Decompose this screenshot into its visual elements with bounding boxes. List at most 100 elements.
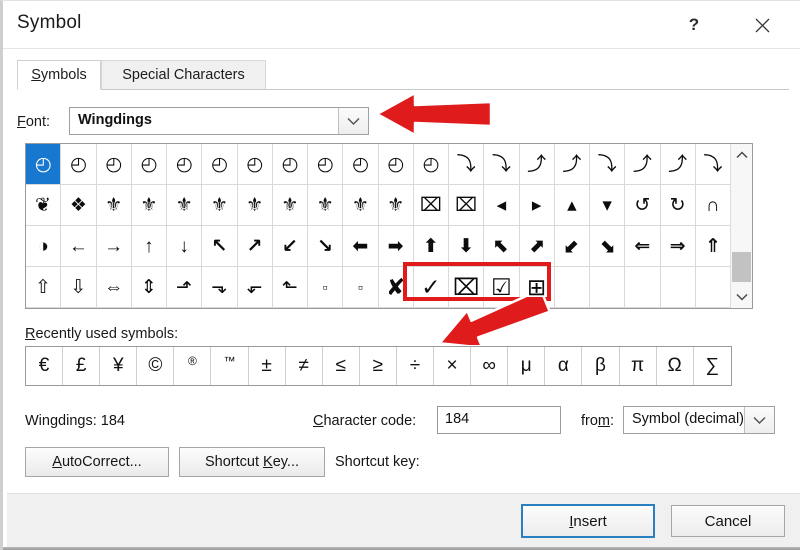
symbol-cell[interactable]: ➡	[378, 226, 414, 267]
symbol-cell[interactable]: ⚜	[167, 185, 203, 226]
symbol-cell[interactable]: ⤴	[625, 144, 661, 185]
symbol-cell[interactable]: ◂	[484, 185, 520, 226]
symbol-cell[interactable]: ←	[61, 226, 97, 267]
symbol-cell[interactable]: ◴	[378, 144, 414, 185]
tab-symbols[interactable]: Symbols	[17, 60, 101, 90]
symbol-cell[interactable]: ⬎	[202, 267, 238, 308]
chevron-down-icon[interactable]	[744, 407, 774, 433]
symbol-cell[interactable]: ⤵	[695, 144, 731, 185]
recent-symbol-cell[interactable]: α	[545, 347, 583, 385]
symbol-cell[interactable]: ◴	[167, 144, 203, 185]
insert-button[interactable]: Insert	[521, 504, 655, 538]
symbol-cell[interactable]: ⇐	[625, 226, 661, 267]
symbol-cell[interactable]: ◑	[26, 226, 62, 267]
recent-symbol-cell[interactable]: ®	[174, 347, 212, 385]
symbol-cell[interactable]	[554, 267, 590, 308]
symbol-cell[interactable]: ⬋	[554, 226, 590, 267]
symbol-cell[interactable]: ⤴	[554, 144, 590, 185]
help-icon[interactable]: ?	[671, 9, 717, 41]
symbol-cell[interactable]: ⬇	[449, 226, 485, 267]
shortcut-key-button[interactable]: Shortcut Key...	[179, 447, 325, 477]
recent-symbol-cell[interactable]: ¥	[100, 347, 138, 385]
symbol-cell[interactable]: ↘	[308, 226, 344, 267]
symbol-cell[interactable]: ⇕	[131, 267, 167, 308]
symbol-cell[interactable]: ↖	[202, 226, 238, 267]
symbol-cell[interactable]: ⤵	[449, 144, 485, 185]
recently-used-symbols[interactable]: € £ ¥ © ® ™ ± ≠ ≤ ≥ ÷ × ∞ μ α β π Ω ∑	[25, 346, 732, 386]
recent-symbol-cell[interactable]: π	[620, 347, 657, 385]
symbol-cell[interactable]: ⇒	[660, 226, 696, 267]
symbol-cell[interactable]: ⤵	[590, 144, 626, 185]
font-dropdown[interactable]: Wingdings	[69, 107, 369, 135]
symbol-cell[interactable]	[590, 267, 626, 308]
symbol-cell[interactable]: ⤴	[660, 144, 696, 185]
symbol-cell[interactable]: ⇩	[61, 267, 97, 308]
symbol-cell[interactable]: ◴	[308, 144, 344, 185]
symbol-cell[interactable]: ◴	[237, 144, 273, 185]
symbol-cell[interactable]: ⇔	[96, 267, 132, 308]
symbol-cell[interactable]: ⤵	[484, 144, 520, 185]
symbol-cell[interactable]: ⌧	[449, 267, 485, 308]
symbol-cell[interactable]: ↙	[272, 226, 308, 267]
recent-symbol-cell[interactable]: ±	[249, 347, 286, 385]
chevron-up-icon[interactable]	[731, 144, 752, 166]
symbol-cell[interactable]: ◴	[61, 144, 97, 185]
symbol-cell[interactable]: ⇧	[26, 267, 62, 308]
close-icon[interactable]	[739, 9, 785, 41]
symbol-cell[interactable]: ⊞	[519, 267, 555, 308]
symbol-cell[interactable]: ⬏	[167, 267, 203, 308]
symbol-cell[interactable]: ◴	[202, 144, 238, 185]
symbol-cell[interactable]: ⚜	[202, 185, 238, 226]
recent-symbol-cell[interactable]: £	[63, 347, 101, 385]
symbol-cell[interactable]: ◴	[343, 144, 379, 185]
recent-symbol-cell[interactable]: ≥	[360, 347, 397, 385]
symbol-cell[interactable]: ❦	[26, 185, 62, 226]
symbol-cell[interactable]: ◴	[26, 144, 62, 185]
symbol-cell[interactable]: ⚜	[308, 185, 344, 226]
symbol-cell[interactable]: ⇑	[695, 226, 731, 267]
recent-symbol-cell[interactable]: μ	[508, 347, 546, 385]
symbol-grid-scrollbar[interactable]	[730, 144, 752, 308]
symbol-cell[interactable]: ◴	[272, 144, 308, 185]
chevron-down-icon[interactable]	[731, 286, 752, 308]
symbol-cell[interactable]: ▫	[308, 267, 344, 308]
symbol-cell[interactable]: ✘	[378, 267, 414, 308]
symbol-cell[interactable]: ⬐	[237, 267, 273, 308]
symbol-cell[interactable]: ↓	[167, 226, 203, 267]
symbol-cell[interactable]: ▾	[590, 185, 626, 226]
symbol-cell[interactable]: ⬑	[272, 267, 308, 308]
symbol-grid[interactable]: ◴ ◴ ◴ ◴ ◴ ◴ ◴ ◴ ◴ ◴ ◴ ◴ ⤵ ⤵ ⤴ ⤴ ⤵ ⤴ ⤴ ⤵ ❦ ❖ ⚜ ⚜ ⚜ ⚜ ⚜ ⚜ ⚜ ⚜ ⚜ ⌧ ⌧ ◂ ▸ ▴ ▾ ↺ ↻ ∩…	[25, 143, 753, 309]
recent-symbol-cell[interactable]: ∑	[694, 347, 731, 385]
symbol-cell[interactable]: ⌧	[413, 185, 449, 226]
symbol-cell[interactable]: ↗	[237, 226, 273, 267]
recent-symbol-cell[interactable]: ∞	[471, 347, 509, 385]
recent-symbol-cell[interactable]: ™	[211, 347, 249, 385]
symbol-cell[interactable]	[660, 267, 696, 308]
symbol-cell[interactable]: ⌧	[449, 185, 485, 226]
recent-symbol-cell[interactable]: Ω	[657, 347, 694, 385]
symbol-cell[interactable]: ⚜	[237, 185, 273, 226]
symbol-cell[interactable]: ↻	[660, 185, 696, 226]
symbol-cell[interactable]: ⤴	[519, 144, 555, 185]
recent-symbol-cell[interactable]: ≤	[323, 347, 360, 385]
recent-symbol-cell[interactable]: €	[26, 347, 64, 385]
symbol-cell[interactable]: ↺	[625, 185, 661, 226]
symbol-cell[interactable]: ⚜	[343, 185, 379, 226]
scrollbar-thumb[interactable]	[732, 252, 751, 282]
symbol-cell[interactable]: ❖	[61, 185, 97, 226]
symbol-cell[interactable]: ⬅	[343, 226, 379, 267]
symbol-cell[interactable]	[625, 267, 661, 308]
symbol-cell[interactable]: ◴	[413, 144, 449, 185]
symbol-cell[interactable]: ▫	[343, 267, 379, 308]
recent-symbol-cell[interactable]: ≠	[286, 347, 323, 385]
from-dropdown[interactable]: Symbol (decimal)	[623, 406, 775, 434]
symbol-cell[interactable]	[695, 267, 731, 308]
recent-symbol-cell[interactable]: ×	[434, 347, 472, 385]
symbol-cell[interactable]: ◴	[131, 144, 167, 185]
symbol-cell[interactable]: ▴	[554, 185, 590, 226]
symbol-cell[interactable]: ↑	[131, 226, 167, 267]
symbol-cell[interactable]: ⬉	[484, 226, 520, 267]
autocorrect-button[interactable]: AutoCorrect...	[25, 447, 169, 477]
symbol-cell[interactable]: ⬊	[590, 226, 626, 267]
recent-symbol-cell[interactable]: ÷	[397, 347, 435, 385]
